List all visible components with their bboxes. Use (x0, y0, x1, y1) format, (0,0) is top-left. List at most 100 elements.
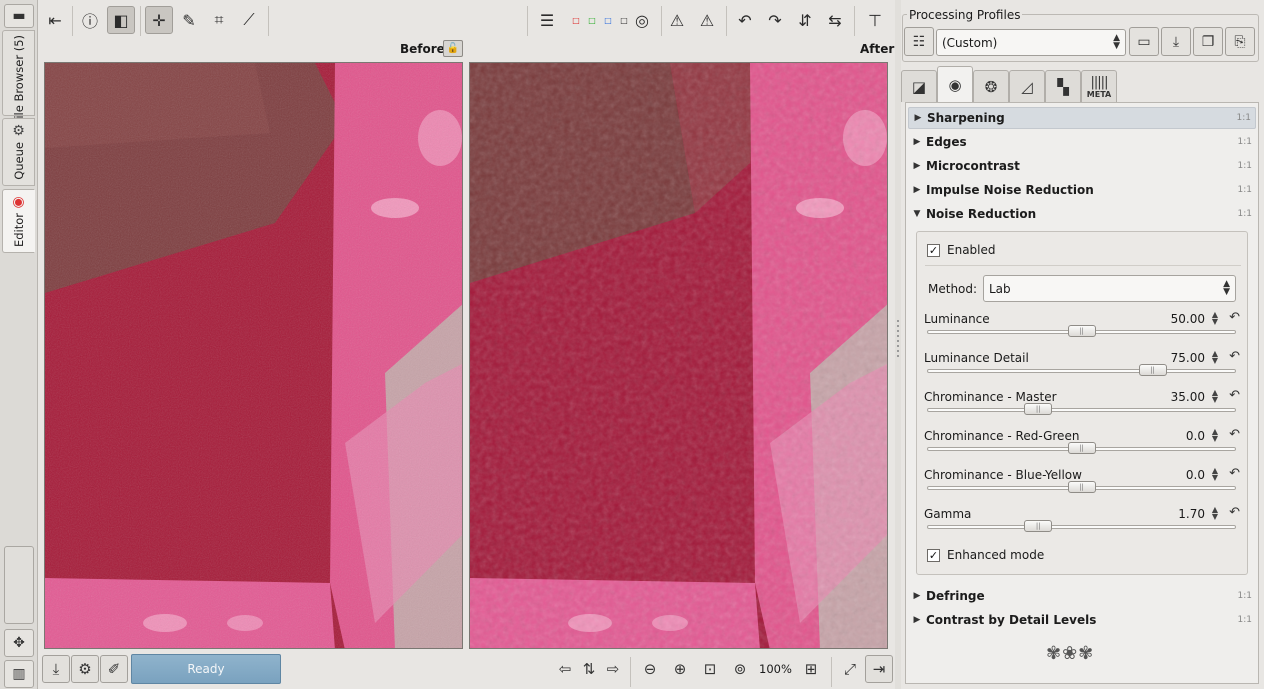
next-image-icon[interactable]: ⇨ (599, 655, 627, 683)
zoom-fit-icon[interactable]: ⊡ (696, 655, 724, 683)
tab-metadata[interactable]: ||||| META (1081, 70, 1117, 102)
slider-value[interactable]: 0.0 (1186, 429, 1205, 443)
slider-knob[interactable]: || (1138, 364, 1167, 376)
color-picker-icon[interactable]: ✎ (175, 6, 203, 34)
slider-knob[interactable]: || (1067, 481, 1096, 493)
copy-profile-icon[interactable]: ❐ (1193, 27, 1223, 56)
enabled-checkbox-row[interactable]: ✓ Enabled (927, 243, 996, 257)
section-noise-reduction[interactable]: ▼ Noise Reduction 1:1 (908, 203, 1256, 225)
send-to-queue-icon[interactable]: ⚙ (71, 655, 99, 683)
reset-icon[interactable]: ↶ (1229, 388, 1240, 403)
before-after-icon[interactable]: ◧ (107, 6, 135, 34)
section-contrast-by-detail-levels[interactable]: ▶ Contrast by Detail Levels 1:1 (908, 609, 1256, 631)
slider-knob[interactable]: || (1024, 520, 1053, 532)
tab-exposure[interactable]: ◪ (901, 70, 937, 102)
save-profile-icon[interactable]: ⤓ (1161, 27, 1191, 56)
section-title: Noise Reduction (926, 207, 1037, 221)
reset-icon[interactable]: ↶ (1229, 466, 1240, 481)
fullscreen-icon[interactable]: ⤢ (836, 655, 864, 683)
enhanced-mode-checkbox[interactable]: ✓ (927, 548, 940, 562)
tab-file-browser[interactable]: File Browser (5) (2, 30, 35, 124)
expander-right-icon: ▶ (913, 161, 921, 171)
zoom-out-icon[interactable]: ⊖ (636, 655, 664, 683)
clipped-shadows-warning-icon[interactable]: ⚠ (663, 6, 691, 34)
reset-icon[interactable]: ↶ (1229, 349, 1240, 364)
section-title: Contrast by Detail Levels (926, 613, 1097, 627)
slider-track[interactable] (927, 408, 1236, 412)
slider-value[interactable]: 1.70 (1178, 507, 1205, 521)
spin-arrows-icon[interactable]: ▲ ▼ (1212, 467, 1218, 482)
before-preview-image[interactable] (44, 62, 463, 649)
info-icon[interactable]: ⓘ (76, 6, 104, 34)
flip-vertical-icon[interactable]: ⇵ (791, 6, 819, 34)
hand-tool-icon[interactable]: ✛ (145, 6, 173, 34)
slider-value[interactable]: 0.0 (1186, 468, 1205, 482)
spin-arrows-icon[interactable]: ▲ ▼ (1212, 311, 1218, 326)
filmstrip-icon[interactable]: ▥ (4, 660, 34, 688)
tab-detail[interactable]: ◉ (937, 66, 973, 102)
hide-tool-panel-icon[interactable]: ⊤ (861, 6, 889, 34)
enhanced-mode-checkbox-row[interactable]: ✓ Enhanced mode (927, 548, 1044, 562)
folder-icon[interactable]: ▬ (4, 4, 34, 28)
spin-arrows-icon[interactable]: ▲ ▼ (1212, 428, 1218, 443)
after-label: After (860, 42, 895, 56)
clipped-highlights-warning-icon[interactable]: ⚠ (693, 6, 721, 34)
load-profile-icon[interactable]: ▭ (1129, 27, 1159, 56)
save-image-icon[interactable]: ⤓ (42, 655, 70, 683)
slider-value[interactable]: 35.00 (1171, 390, 1205, 404)
section-sharpening[interactable]: ▶ Sharpening 1:1 (908, 107, 1256, 129)
slider-knob[interactable]: || (1024, 403, 1053, 415)
zoom-in-icon[interactable]: ⊕ (666, 655, 694, 683)
rotate-left-icon[interactable]: ↶ (731, 6, 759, 34)
slider-value[interactable]: 75.00 (1171, 351, 1205, 365)
crop-icon[interactable]: ⌗ (205, 6, 233, 34)
focus-mask-icon[interactable]: ◎ (628, 6, 656, 34)
hide-history-icon[interactable]: ⇤ (41, 6, 69, 34)
slider-track[interactable] (927, 525, 1236, 529)
section-defringe[interactable]: ▶ Defringe 1:1 (908, 585, 1256, 607)
section-microcontrast[interactable]: ▶ Microcontrast 1:1 (908, 155, 1256, 177)
slider-value[interactable]: 50.00 (1171, 312, 1205, 326)
flip-horizontal-icon[interactable]: ⇆ (821, 6, 849, 34)
profile-list-icon[interactable]: ☷ (904, 27, 934, 56)
slider-track[interactable] (927, 369, 1236, 373)
after-preview-image[interactable] (469, 62, 888, 649)
slider-knob[interactable]: || (1067, 325, 1096, 337)
new-detail-window-icon[interactable]: ⊞ (797, 655, 825, 683)
editor-toolbar: ⇤ ⓘ ◧ ✛ ✎ ⌗ ⟋ ☰ □ □ □ □ ◎ ⚠ ⚠ ↶ ↷ ⇵ ⇆ ⊤ (39, 0, 895, 40)
section-impulse-noise-reduction[interactable]: ▶ Impulse Noise Reduction 1:1 (908, 179, 1256, 201)
method-select[interactable]: Lab ▲ ▼ (983, 275, 1236, 302)
hide-right-panel-icon[interactable]: ⇥ (865, 655, 893, 683)
indicator-bar-icon[interactable]: ☰ (533, 6, 561, 34)
spin-arrows-icon[interactable]: ▲ ▼ (1212, 350, 1218, 365)
tab-metadata-label: META (1086, 89, 1112, 99)
enabled-checkbox[interactable]: ✓ (927, 243, 940, 257)
straighten-icon[interactable]: ⟋ (235, 6, 263, 34)
navigator-icon[interactable]: ✥ (4, 629, 34, 657)
tab-transform[interactable]: ◿ (1009, 70, 1045, 102)
one-to-one-indicator: 1:1 (1237, 615, 1252, 625)
zoom-100-icon[interactable]: ⊚ (726, 655, 754, 683)
tab-raw[interactable]: ▚ (1045, 70, 1081, 102)
slider-knob[interactable]: || (1067, 442, 1096, 454)
lock-icon[interactable]: 🔓 (443, 40, 463, 57)
one-to-one-indicator: 1:1 (1237, 209, 1252, 219)
reset-icon[interactable]: ↶ (1229, 505, 1240, 520)
tab-color[interactable]: ❂ (973, 70, 1009, 102)
reset-icon[interactable]: ↶ (1229, 310, 1240, 325)
reset-icon[interactable]: ↶ (1229, 427, 1240, 442)
chevron-updown-icon: ▲ ▼ (1223, 279, 1230, 297)
paste-profile-icon[interactable]: ⎘ (1225, 27, 1255, 56)
enabled-label: Enabled (947, 243, 996, 257)
profile-select[interactable]: (Custom) ▲ ▼ (936, 29, 1126, 56)
spin-arrows-icon[interactable]: ▲ ▼ (1212, 506, 1218, 521)
section-edges[interactable]: ▶ Edges 1:1 (908, 131, 1256, 153)
gears-icon: ⚙ (12, 123, 25, 139)
open-in-editor-icon[interactable]: ✐ (100, 655, 128, 683)
tab-queue[interactable]: ⚙ Queue (2, 118, 35, 186)
spin-arrows-icon[interactable]: ▲ ▼ (1212, 389, 1218, 404)
slider-label: Chrominance - Blue-Yellow (924, 468, 1082, 482)
tab-editor[interactable]: ◉ Editor (2, 189, 35, 253)
section-title: Microcontrast (926, 159, 1020, 173)
rotate-right-icon[interactable]: ↷ (761, 6, 789, 34)
